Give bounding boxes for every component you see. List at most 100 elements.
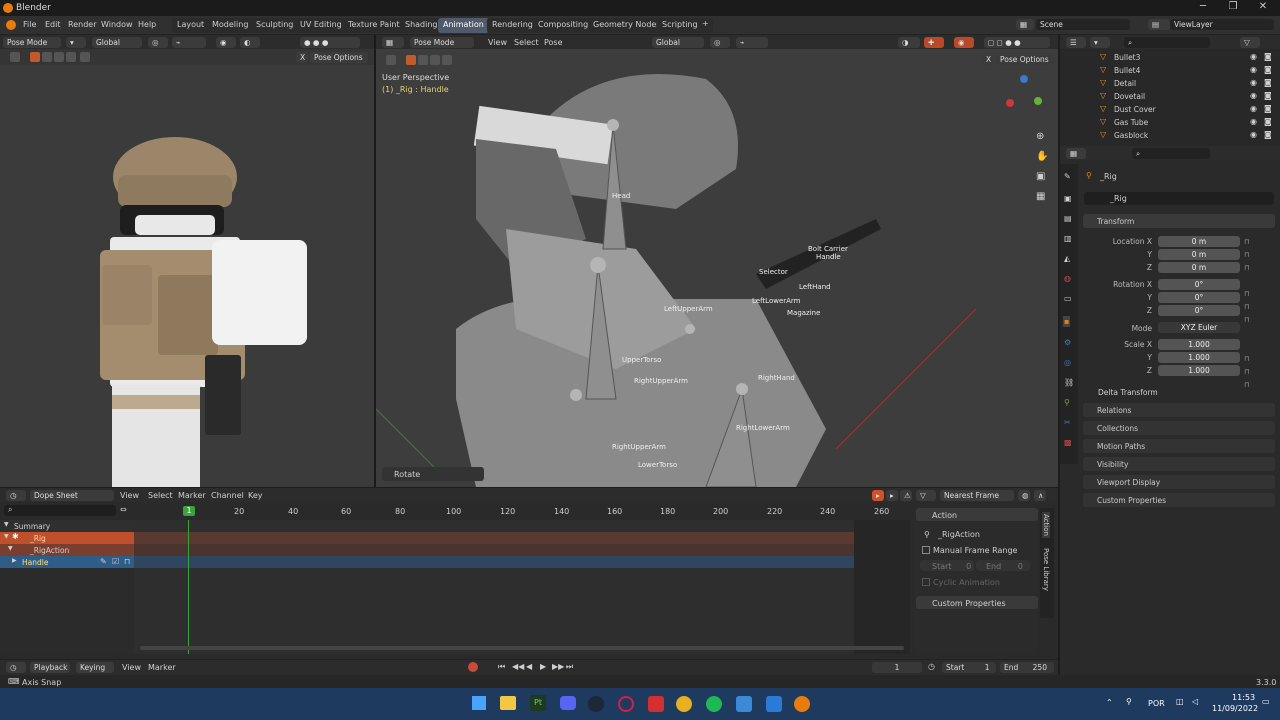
tab-pose-library[interactable]: Pose Library [1042, 548, 1050, 591]
filter-icon[interactable]: ▽ [1240, 37, 1260, 48]
proportional-icon[interactable]: ◉ [216, 37, 236, 48]
bone-tab-icon[interactable]: ✂ [1064, 418, 1071, 427]
navigation-gizmo[interactable] [1000, 75, 1044, 119]
add-workspace-button[interactable]: + [698, 18, 713, 33]
channel-rig[interactable]: ▼ ✱ _Rig [0, 532, 134, 544]
list-item[interactable]: ▽ Gasblock ◉ ◙ [1060, 129, 1280, 142]
camera-icon[interactable]: ▣ [1036, 171, 1045, 182]
pan-hand-icon[interactable]: ✋ [1036, 151, 1048, 162]
eye-icon[interactable]: ◉ [1250, 91, 1257, 100]
data-tab-icon[interactable]: ⚲ [1064, 398, 1070, 407]
wrench-icon[interactable]: ✎ [100, 557, 107, 566]
start-menu-icon[interactable] [472, 696, 486, 710]
location-y-field[interactable]: 0 m [1158, 249, 1240, 260]
camera-icon[interactable]: ◙ [1264, 117, 1272, 126]
gizmo-z-axis[interactable] [1020, 75, 1028, 83]
main-mode-dropdown[interactable]: Pose Mode [410, 37, 474, 48]
roblox-studio-icon[interactable] [736, 696, 752, 712]
discord-icon[interactable] [560, 696, 576, 710]
clock-time[interactable]: 11:53 [1232, 693, 1255, 702]
network-icon[interactable]: ⚲ [1126, 697, 1132, 706]
dope-menu-select[interactable]: Select [148, 491, 173, 500]
channel-handle[interactable]: ▶ Handle ✎ ☑ ⊓ [0, 556, 134, 568]
view-layer-tab-icon[interactable]: ▥ [1064, 234, 1072, 243]
playback-dropdown[interactable]: Playback [30, 662, 70, 673]
main-viewport[interactable]: ▦ Pose Mode View Select Pose Global ◎ ⌁ … [376, 35, 1058, 487]
keying-dropdown[interactable]: Keying [76, 662, 114, 673]
notification-icon[interactable]: ▭ [1262, 697, 1270, 706]
steam-icon[interactable] [588, 696, 604, 712]
snap-icon[interactable]: ⌁ [736, 37, 768, 48]
select-mode-icon[interactable] [54, 52, 64, 62]
gizmo-icon[interactable]: ✚ [924, 37, 944, 48]
scene-icon[interactable]: ▦ [1016, 19, 1034, 30]
motion-paths-panel[interactable]: Motion Paths [1083, 439, 1275, 453]
channel-rig-action[interactable]: ▼ _RigAction [0, 544, 134, 556]
rotation-z-field[interactable]: 0° [1158, 305, 1240, 316]
editor-type-icon[interactable]: ◷ [6, 490, 26, 501]
expand-icon[interactable]: ▼ [4, 521, 9, 528]
editor-type-icon[interactable]: ☰ [1066, 37, 1086, 48]
close-icon[interactable]: ✕ [1248, 1, 1278, 15]
output-tab-icon[interactable]: ▤ [1064, 214, 1072, 223]
tool-tab-icon[interactable]: ✎ [1064, 172, 1071, 181]
manual-frame-range-checkbox[interactable] [922, 546, 930, 554]
play-icon[interactable]: ▶ [540, 662, 546, 671]
rotation-y-field[interactable]: 0° [1158, 292, 1240, 303]
tab-animation[interactable]: Animation [438, 18, 489, 33]
zoom-icon[interactable]: ⊕ [1036, 131, 1044, 142]
maximize-icon[interactable]: ❐ [1218, 1, 1248, 15]
snap-icon[interactable]: ⌁ [172, 37, 206, 48]
delta-transform-subpanel[interactable]: Delta Transform [1098, 388, 1158, 397]
file-explorer-icon[interactable] [500, 696, 516, 710]
timeline-menu-marker[interactable]: Marker [148, 663, 176, 672]
gizmo-y-axis[interactable] [1034, 97, 1042, 105]
tab-compositing[interactable]: Compositing [533, 18, 594, 33]
tab-modeling[interactable]: Modeling [207, 18, 254, 33]
physics-tab-icon[interactable]: ◎ [1064, 358, 1071, 367]
menu-file[interactable]: File [23, 20, 36, 29]
camera-icon[interactable]: ◙ [1264, 65, 1272, 74]
jump-start-icon[interactable]: ⏮ [498, 662, 505, 672]
tab-texture-paint[interactable]: Texture Paint [343, 18, 405, 33]
left-orientation-dropdown[interactable]: Global [92, 37, 142, 48]
list-item[interactable]: ▽ Dovetail ◉ ◙ [1060, 90, 1280, 103]
left-pose-options[interactable]: Pose Options [310, 52, 368, 63]
object-name-field[interactable]: _Rig [1084, 192, 1274, 205]
select-mode-icon[interactable] [80, 52, 90, 62]
channel-search-input[interactable]: ⌕ [4, 505, 116, 516]
editor-type-icon[interactable]: ▦ [1066, 148, 1086, 159]
timeline-menu-view[interactable]: View [122, 663, 141, 672]
list-item[interactable]: ▽ Detail ◉ ◙ [1060, 77, 1280, 90]
scale-z-field[interactable]: 1.000 [1158, 365, 1240, 376]
menu-help[interactable]: Help [138, 20, 156, 29]
location-z-field[interactable]: 0 m [1158, 262, 1240, 273]
select-box-icon[interactable] [406, 55, 416, 65]
select-mode-icon[interactable] [442, 55, 452, 65]
shading-modes-icon[interactable]: ◻ ◻ ● ● [984, 37, 1050, 48]
proportional-icon[interactable]: ◍ [1018, 490, 1030, 501]
tab-shading[interactable]: Shading [400, 18, 443, 33]
jump-end-icon[interactable]: ⏭ [566, 662, 573, 672]
main-menu-view[interactable]: View [488, 38, 507, 47]
gizmo-x-axis[interactable] [1006, 99, 1014, 107]
grid-icon[interactable]: ▦ [1036, 191, 1045, 202]
eye-icon[interactable]: ◉ [1250, 65, 1257, 74]
editor-type-icon[interactable]: ◷ [6, 662, 26, 673]
pycharm-icon[interactable]: Pt [530, 695, 546, 711]
tab-geometry-nodes[interactable]: Geometry Nodes [588, 18, 666, 33]
texture-tab-icon[interactable]: ▩ [1064, 438, 1072, 447]
overlay-icon[interactable]: ◐ [240, 37, 260, 48]
blender-taskbar-icon[interactable] [794, 696, 810, 712]
dope-menu-key[interactable]: Key [248, 491, 263, 500]
camera-icon[interactable]: ◙ [1264, 52, 1272, 61]
eye-icon[interactable]: ◉ [1250, 130, 1257, 139]
tab-action[interactable]: Action [1042, 512, 1050, 538]
start-frame-field[interactable]: Start 1 [942, 662, 996, 673]
eye-icon[interactable]: ◉ [1250, 104, 1257, 113]
transform-panel-header[interactable]: Transform [1083, 214, 1275, 228]
select-mode-icon[interactable] [430, 55, 440, 65]
eye-icon[interactable]: ◉ [1250, 78, 1257, 87]
checkbox-icon[interactable]: ☑ [112, 557, 119, 566]
horizontal-scrollbar[interactable] [140, 646, 904, 650]
